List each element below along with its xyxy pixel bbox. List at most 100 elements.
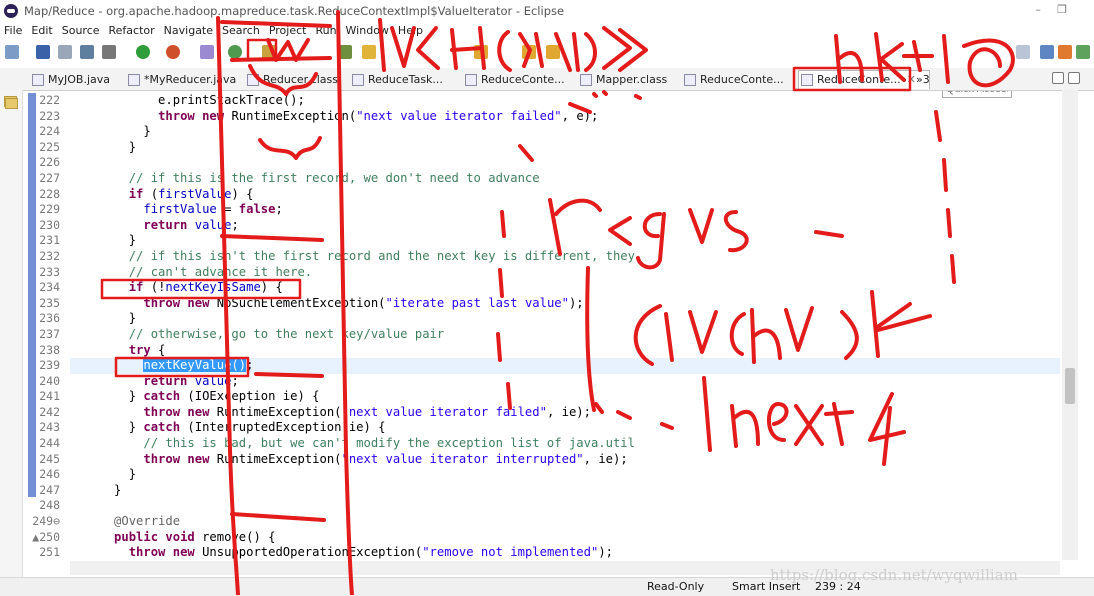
external-tools-icon[interactable] xyxy=(166,45,180,59)
code-line[interactable]: if (firstValue) { xyxy=(70,187,1060,203)
print-icon[interactable] xyxy=(58,45,72,59)
tab-reducer-class[interactable]: Reducer.class xyxy=(245,71,338,89)
line-number: ▲250 xyxy=(32,529,60,544)
tab-reducecontext-active[interactable]: ReduceConte... ✕ xyxy=(798,70,930,89)
search-icon[interactable] xyxy=(338,45,352,59)
code-line[interactable]: } catch (InterruptedException ie) { xyxy=(70,420,1060,436)
tab-reducecontext-1[interactable]: ReduceConte... xyxy=(463,71,565,89)
restore-button[interactable]: ❐ xyxy=(1054,3,1070,17)
open-type-icon[interactable] xyxy=(262,45,276,59)
tab-mapper-class[interactable]: Mapper.class xyxy=(578,71,667,89)
code-line[interactable]: throw new UnsupportedOperationException(… xyxy=(70,545,1060,561)
menu-window[interactable]: Window xyxy=(342,24,394,37)
menu-project[interactable]: Project xyxy=(265,24,312,37)
code-line[interactable]: } xyxy=(70,124,1060,140)
tab-myreducer[interactable]: *MyReducer.java xyxy=(126,71,236,89)
code-editor[interactable]: e.printStackTrace(); throw new RuntimeEx… xyxy=(70,93,1060,561)
code-line[interactable]: return value; xyxy=(70,218,1060,234)
code-line[interactable]: // otherwise, go to the next key/value p… xyxy=(70,327,1060,343)
code-line[interactable]: } xyxy=(70,467,1060,483)
code-token: ; xyxy=(231,373,239,388)
code-line[interactable]: try { xyxy=(70,343,1060,359)
vertical-scrollbar[interactable] xyxy=(1062,90,1078,560)
minimize-button[interactable]: – xyxy=(1030,3,1046,17)
code-line[interactable]: // can't advance it here. xyxy=(70,265,1060,281)
debug-perspective-icon[interactable] xyxy=(1058,45,1072,59)
menu-refactor[interactable]: Refactor xyxy=(105,24,160,37)
code-line[interactable]: } xyxy=(70,140,1060,156)
new-package-icon[interactable] xyxy=(228,45,242,59)
new-file-icon[interactable] xyxy=(5,45,19,59)
menu-edit[interactable]: Edit xyxy=(27,24,57,37)
tab-reducetask[interactable]: ReduceTask... xyxy=(350,71,443,89)
menu-file[interactable]: File xyxy=(0,24,27,37)
toggle-highlight-icon[interactable] xyxy=(362,45,376,59)
run-icon[interactable] xyxy=(136,45,150,59)
menu-run[interactable]: Run xyxy=(311,24,341,37)
line-number: 244 xyxy=(39,436,60,451)
code-line[interactable] xyxy=(70,155,1060,171)
menu-source[interactable]: Source xyxy=(58,24,105,37)
new-java-class-icon[interactable] xyxy=(200,45,214,59)
tab-overflow-chevron[interactable]: »3 xyxy=(912,71,930,89)
code-line[interactable]: } xyxy=(70,483,1060,499)
code-token: // this is bad, but we can't modify the … xyxy=(70,436,635,451)
code-token: } xyxy=(70,482,122,497)
maximize-editor-icon[interactable] xyxy=(1068,72,1080,84)
menu-search[interactable]: Search xyxy=(218,24,265,37)
tab-reducecontext-2[interactable]: ReduceConte... xyxy=(682,71,784,89)
scroll-thumb[interactable] xyxy=(1065,368,1075,404)
forward-icon[interactable] xyxy=(546,45,560,59)
back-icon[interactable] xyxy=(522,45,536,59)
code-line[interactable]: } xyxy=(70,311,1060,327)
java-perspective-icon[interactable] xyxy=(1040,45,1054,59)
read-only-status: Read-Only xyxy=(647,580,705,593)
code-token: (! xyxy=(143,280,166,295)
open-perspective-icon[interactable] xyxy=(1016,45,1030,59)
debug-icon[interactable] xyxy=(102,45,116,59)
code-line[interactable]: } xyxy=(70,233,1060,249)
code-line[interactable]: // if this is the first record, we don't… xyxy=(70,171,1060,187)
code-line[interactable]: throw new RuntimeException("next value i… xyxy=(70,452,1060,468)
code-line[interactable]: public void remove() { xyxy=(70,530,1060,546)
menu-navigate[interactable]: Navigate xyxy=(160,24,218,37)
line-number: 248 xyxy=(39,498,60,513)
code-line[interactable]: // if this isn't the first record and th… xyxy=(70,249,1060,265)
code-line[interactable]: throw new NoSuchElementException("iterat… xyxy=(70,296,1060,312)
code-line[interactable]: nextKeyValue(); xyxy=(70,358,1060,374)
map-reduce-perspective-icon[interactable] xyxy=(1076,45,1090,59)
line-number: 246 xyxy=(39,467,60,482)
class-file-icon xyxy=(465,74,477,86)
minimize-editor-icon[interactable] xyxy=(1052,72,1064,84)
tab-myjob[interactable]: MyJOB.java xyxy=(30,71,110,89)
save-icon[interactable] xyxy=(36,45,50,59)
line-number: 229 xyxy=(39,202,60,217)
code-line[interactable]: } catch (IOException ie) { xyxy=(70,389,1060,405)
package-explorer-icon[interactable] xyxy=(5,98,18,109)
code-line[interactable]: if (!nextKeyIsSame) { xyxy=(70,280,1060,296)
code-line[interactable]: // this is bad, but we can't modify the … xyxy=(70,436,1060,452)
menu-help[interactable]: Help xyxy=(394,24,428,37)
eclipse-logo-icon xyxy=(4,4,18,18)
code-line[interactable]: throw new RuntimeException("next value i… xyxy=(70,109,1060,125)
next-annotation-icon[interactable] xyxy=(474,45,488,59)
code-token: false xyxy=(238,202,276,217)
line-number: 224 xyxy=(39,124,60,139)
code-line[interactable]: return value; xyxy=(70,374,1060,390)
code-line[interactable]: @Override xyxy=(70,514,1060,530)
code-line[interactable]: firstValue = false; xyxy=(70,202,1060,218)
code-token: , ie); xyxy=(583,451,628,466)
open-console-icon[interactable] xyxy=(80,45,94,59)
code-token: value xyxy=(194,373,232,388)
code-line[interactable]: e.printStackTrace(); xyxy=(70,93,1060,109)
code-line[interactable]: throw new RuntimeException("next value i… xyxy=(70,405,1060,421)
code-line[interactable] xyxy=(70,498,1060,514)
code-token: "next value iterator interrupted" xyxy=(341,451,584,466)
